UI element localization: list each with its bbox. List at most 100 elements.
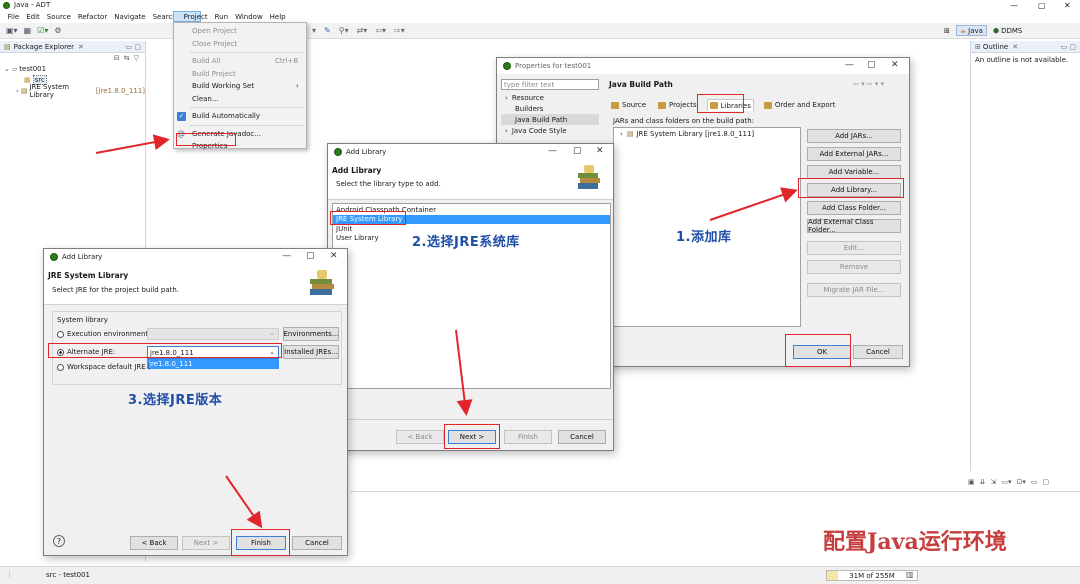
close-icon[interactable]: ✕ — [596, 146, 604, 156]
perspective-ddms[interactable]: ⬢ DDMS — [993, 27, 1022, 35]
tab-order-and-export[interactable]: Order and Export — [762, 99, 837, 111]
console-open-icon[interactable]: ⊡▾ — [1017, 478, 1026, 486]
menu-source[interactable]: Source — [43, 11, 74, 22]
toolbar-right-icons[interactable]: ▾ ✎ ⚲▾ ⇄▾ ⇦▾ ⇨▾ — [312, 26, 405, 35]
perspective-switcher[interactable]: ⊞ ☕ Java ⬢ DDMS — [944, 25, 1022, 36]
workspace-jre-option[interactable]: Workspace default JRE ( — [57, 363, 151, 371]
perspective-java[interactable]: ☕ Java — [955, 25, 987, 36]
open-perspective-icon[interactable]: ⊞ — [944, 27, 950, 35]
menu-edit[interactable]: Edit — [23, 11, 44, 22]
tree-jre[interactable]: › ▤ JRE System Library [jre1.8.0_111] — [4, 83, 145, 99]
build-path-button[interactable]: Add External JARs... — [807, 147, 901, 161]
console-maximize-icon[interactable]: ▢ — [1043, 478, 1050, 486]
minimize-icon[interactable]: — — [845, 60, 854, 70]
build-path-button[interactable]: Edit... — [807, 241, 901, 255]
expand-icon[interactable]: › — [16, 87, 19, 95]
garbage-collect-icon[interactable]: ▥ — [906, 570, 914, 579]
expand-icon[interactable]: ⌄ — [4, 65, 10, 73]
new-icon[interactable]: ▣▾ — [6, 26, 18, 35]
view-menu-icon[interactable]: ▭ ▢ — [1061, 43, 1076, 51]
menu-help[interactable]: Help — [266, 11, 289, 22]
collapse-all-icon[interactable]: ⊟ — [114, 54, 120, 62]
exec-env-select[interactable]: ⌄ — [147, 328, 279, 340]
close-icon[interactable]: ✕ — [891, 60, 899, 70]
chevron-down-icon[interactable]: ▽ — [134, 54, 139, 62]
cancel-button[interactable]: Cancel — [853, 345, 903, 359]
maximize-icon[interactable]: ▢ — [1038, 1, 1046, 10]
alternate-jre-dropdown-option[interactable]: jre1.8.0_111 — [147, 359, 279, 369]
environments-button[interactable]: Environments... — [283, 327, 339, 341]
nav-icon[interactable]: ⇄▾ — [357, 26, 368, 35]
link-editor-icon[interactable]: ⇆ — [124, 54, 130, 62]
maximize-icon[interactable]: ▢ — [867, 60, 876, 70]
minimize-icon[interactable]: — — [548, 146, 557, 156]
tool-icon[interactable]: ⚙ — [54, 26, 61, 35]
property-tree-item[interactable]: Builders — [501, 103, 599, 114]
property-tree-item[interactable]: › Resource — [501, 92, 599, 103]
close-tab-icon[interactable]: ✕ — [78, 43, 84, 51]
expand-icon[interactable]: › — [505, 127, 508, 135]
tab-source[interactable]: Source — [609, 99, 648, 111]
build-path-button[interactable]: Remove — [807, 260, 901, 274]
build-path-button[interactable]: Add Variable... — [807, 165, 901, 179]
menu-window[interactable]: Window — [232, 11, 267, 22]
menu-refactor[interactable]: Refactor — [74, 11, 110, 22]
package-explorer-tab[interactable]: ▤ Package Explorer ✕ ▭ ▢ — [0, 41, 145, 53]
forward-nav-icon[interactable]: ⇨▾ — [394, 26, 405, 35]
toolbar-left-icons[interactable]: ▣▾ ▦ ☑▾ ⚙ — [6, 26, 62, 35]
outline-tab[interactable]: ⊞ Outline ✕ ▭ ▢ — [971, 41, 1080, 53]
tree-project[interactable]: ⌄ ▱ test001 — [4, 63, 145, 74]
console-pin-icon[interactable]: ⇲ — [991, 478, 997, 486]
console-minimize-icon[interactable]: ▭ — [1031, 478, 1038, 486]
console-clear-icon[interactable]: ▣ — [968, 478, 975, 486]
project-menu-item[interactable]: Build Project — [174, 68, 306, 81]
dropdown-icon[interactable]: ▾ — [312, 26, 316, 35]
project-menu-item[interactable]: ✓ Build Automatically — [174, 110, 306, 123]
project-menu-item[interactable]: Open Project — [174, 25, 306, 38]
project-menu-item[interactable]: Close Project — [174, 38, 306, 51]
tab-projects[interactable]: Projects — [656, 99, 699, 111]
project-menu-item[interactable]: Build Working Set › — [174, 80, 306, 93]
expand-icon[interactable]: › — [505, 94, 508, 102]
build-path-button[interactable]: Add External Class Folder... — [807, 218, 901, 234]
console-display-icon[interactable]: ▭▾ — [1001, 478, 1011, 486]
back-button[interactable]: < Back — [130, 536, 178, 550]
property-tree-item[interactable]: Java Build Path — [501, 114, 599, 125]
property-tree-item[interactable]: › Java Code Style — [501, 125, 599, 136]
close-icon[interactable]: ✕ — [1064, 1, 1071, 10]
radio-unchecked-icon[interactable] — [57, 330, 64, 338]
maximize-icon[interactable]: ▢ — [306, 251, 315, 261]
project-menu-item[interactable]: Build All Ctrl+B — [174, 55, 306, 68]
maximize-icon[interactable]: ▢ — [573, 146, 582, 156]
link-icon[interactable]: ⚲▾ — [339, 26, 349, 35]
heading-nav-icons[interactable]: ⇦ ▾ ⇨ ▾ ▾ — [853, 80, 884, 88]
menu-navigate[interactable]: Navigate — [111, 11, 149, 22]
check-icon[interactable]: ☑▾ — [37, 26, 48, 35]
close-tab-icon[interactable]: ✕ — [1012, 43, 1018, 51]
cancel-button[interactable]: Cancel — [558, 430, 606, 444]
build-path-button[interactable]: Migrate JAR File... — [807, 283, 901, 297]
radio-unchecked-icon[interactable] — [57, 363, 64, 371]
finish-button[interactable]: Finish — [504, 430, 552, 444]
project-menu-item[interactable]: Clean... — [174, 93, 306, 106]
minimize-icon[interactable]: — — [1010, 1, 1018, 10]
menu-run[interactable]: Run — [211, 11, 231, 22]
menu-file[interactable]: File — [4, 11, 23, 22]
pin-icon[interactable]: ✎ — [324, 26, 331, 35]
exec-env-option[interactable]: Execution environment: — [57, 330, 151, 338]
next-button[interactable]: Next > — [182, 536, 230, 550]
back-button[interactable]: < Back — [396, 430, 444, 444]
build-path-button[interactable]: Add JARs... — [807, 129, 901, 143]
cancel-button[interactable]: Cancel — [292, 536, 342, 550]
close-icon[interactable]: ✕ — [330, 251, 338, 261]
expand-icon[interactable]: › — [620, 130, 623, 138]
help-icon[interactable]: ? — [53, 535, 65, 547]
back-nav-icon[interactable]: ⇦▾ — [375, 26, 386, 35]
minimize-icon[interactable]: — — [282, 251, 291, 261]
save-icon[interactable]: ▦ — [24, 26, 32, 35]
filter-input[interactable]: type filter text — [501, 79, 599, 90]
library-entry[interactable]: › ▤ JRE System Library [jre1.8.0_111] — [614, 128, 800, 139]
view-menu-icon[interactable]: ▭ ▢ — [126, 43, 141, 51]
menu-project[interactable]: Project — [180, 11, 211, 22]
installed-jres-button[interactable]: Installed JREs... — [283, 345, 339, 359]
